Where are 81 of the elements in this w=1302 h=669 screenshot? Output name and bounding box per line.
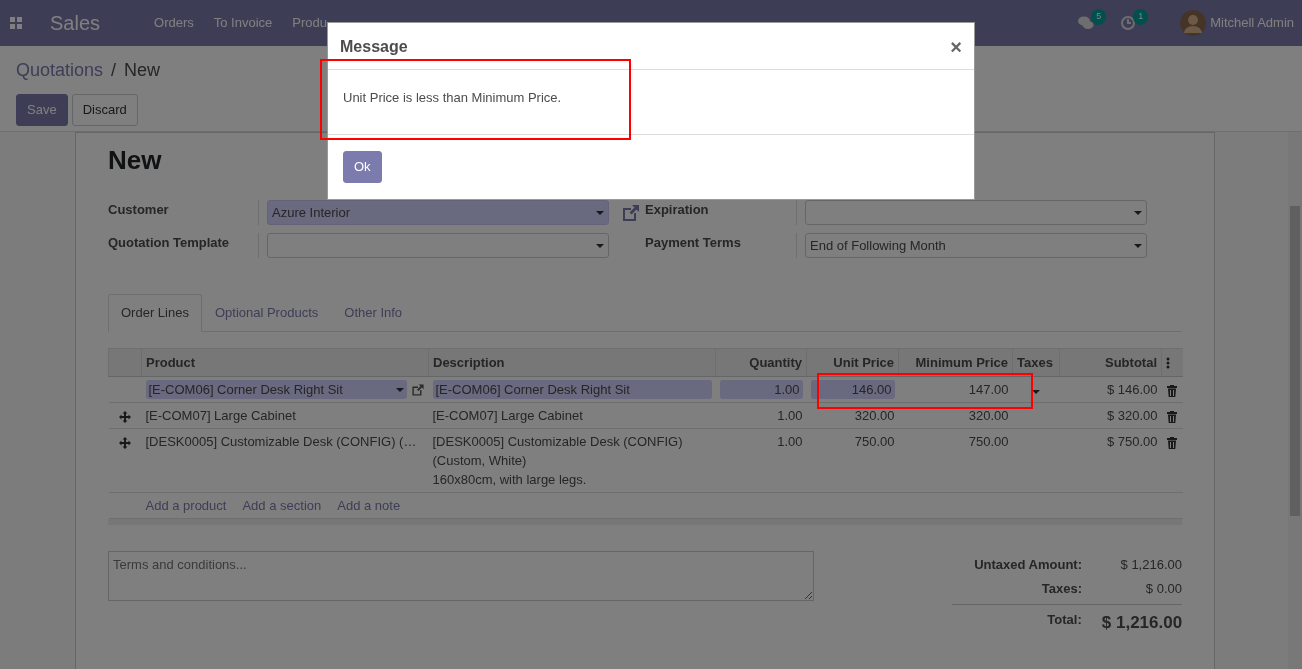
field-label: Quotation Template [108,233,259,258]
caret-icon [596,243,604,248]
description-text: [DESK0005] Customizable Desk (CONFIG) (Custom, White) 160x80cm, with large legs. [432,434,683,487]
user-name[interactable]: Mitchell Admin [1210,13,1294,33]
product-field[interactable]: [E-COM06] Corner Desk Right Sit [145,380,407,399]
form-title: New [108,145,162,175]
select-field[interactable] [267,233,609,258]
total-label: Taxes: [1040,579,1082,598]
add-line-link[interactable]: Add a product [145,496,227,515]
unit-price: 750.00 [854,434,895,449]
field-label: Customer [108,200,259,225]
total-value: $ 1,216.00 [1101,612,1182,634]
minimum-price: 147.00 [968,382,1009,397]
subtotal: $ 750.00 [1106,434,1158,449]
external-link-icon[interactable] [410,382,425,397]
count-badge: 5 [1091,9,1107,25]
breadcrumb-separator: / [111,59,117,82]
menu-item[interactable]: To Invoice [213,13,273,33]
minimum-price: 750.00 [968,434,1009,449]
trash-icon[interactable] [1167,436,1177,449]
terms-field[interactable]: Terms and conditions... [108,551,814,601]
product-name: [E-COM07] Large Cabinet [145,408,296,423]
caret-icon [596,210,604,215]
caret-icon [1134,243,1142,248]
menu-item[interactable]: Produ [292,13,327,33]
tab[interactable]: Order Lines [108,294,202,332]
caret-icon [1134,210,1142,215]
breadcrumb-link[interactable]: Quotations [16,57,104,84]
tab[interactable]: Optional Products [201,294,332,332]
product-name: [DESK0005] Customizable Desk (CONFIG) (… [145,434,417,449]
tab[interactable]: Other Info [331,294,416,332]
ok-button[interactable]: Ok [343,151,382,183]
add-line-link[interactable]: Add a section [242,496,322,515]
total-label: Untaxed Amount: [973,556,1082,574]
field-label: Payment Terms [645,233,797,258]
add-line-link[interactable]: Add a note [337,496,401,515]
total-value: $ 0.00 [1144,579,1182,598]
minimum-price: 320.00 [968,408,1009,423]
subtotal: $ 146.00 [1106,382,1158,397]
menu-item[interactable]: Orders [154,13,194,33]
unit-price: 320.00 [854,408,895,423]
app-name: Sales [50,11,101,36]
avatar[interactable] [1180,10,1207,36]
quantity-field[interactable]: 1.00 [719,380,803,399]
kebab-menu-icon[interactable] [1166,357,1170,370]
drag-handle-icon[interactable] [119,436,131,449]
description-field[interactable]: [E-COM06] Corner Desk Right Sit [432,380,712,399]
chat-icon[interactable] [1078,15,1095,31]
column-header[interactable]: Quantity [715,348,807,377]
trash-icon[interactable] [1167,410,1177,423]
breadcrumb-current: New [124,59,161,82]
caret-icon [395,387,404,392]
external-link-icon[interactable] [621,202,641,223]
quantity: 1.00 [777,408,803,423]
unit-price-field[interactable]: 146.00 [810,380,895,399]
column-header[interactable]: Product [141,348,429,377]
select-field[interactable] [805,200,1147,225]
discard-button[interactable]: Discard [71,94,138,126]
dialog-title: Message [340,37,408,57]
scrollbar-thumb[interactable] [1290,206,1300,516]
column-header[interactable]: Unit Price [806,348,899,377]
select-field[interactable]: Azure Interior [267,200,609,225]
total-label: Total: [1046,611,1082,629]
close-button[interactable]: × [950,37,962,57]
drag-handle-icon[interactable] [119,410,131,423]
count-badge: 1 [1133,9,1149,25]
total-value: $ 1,216.00 [1119,556,1182,574]
clock-icon[interactable] [1120,15,1137,31]
dialog-message: Unit Price is less than Minimum Price. [343,90,562,105]
column-header[interactable]: Minimum Price [898,348,1013,377]
quantity: 1.00 [777,434,803,449]
select-field[interactable]: End of Following Month [805,233,1147,258]
save-button[interactable]: Save [16,94,68,126]
column-header[interactable]: Taxes [1012,348,1060,377]
column-header[interactable]: Description [428,348,716,377]
subtotal: $ 320.00 [1106,408,1158,423]
trash-icon[interactable] [1167,384,1177,397]
taxes-dropdown-caret-icon[interactable] [1032,390,1040,394]
column-header[interactable]: Subtotal [1059,348,1162,377]
apps-menu-icon[interactable] [10,17,22,29]
description-text: [E-COM07] Large Cabinet [432,408,583,423]
